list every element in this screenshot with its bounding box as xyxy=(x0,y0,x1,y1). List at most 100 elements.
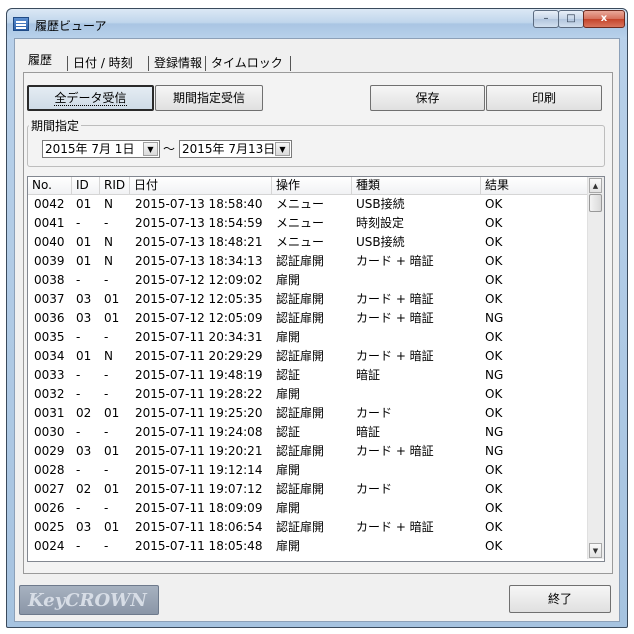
cell-no: 0035 xyxy=(34,330,65,344)
column-header-date[interactable]: 日付 xyxy=(130,177,272,194)
scroll-down-icon[interactable]: ▼ xyxy=(589,543,602,558)
cell-rid: 01 xyxy=(104,292,120,306)
cell-operation: 認証 xyxy=(276,368,301,382)
cell-date: 2015-07-11 19:20:21 xyxy=(135,444,263,458)
chevron-down-icon[interactable]: ▼ xyxy=(143,142,158,156)
maximize-button[interactable]: □ xyxy=(558,10,584,28)
date-to-picker[interactable]: 2015年 7月13日 ▼ xyxy=(179,140,292,158)
table-row[interactable]: 0031 02 01 2015-07-11 19:25:20 認証扉開 カード OK xyxy=(28,404,594,423)
table-row[interactable]: 0037 03 01 2015-07-12 12:05:35 認証扉開 カード + 暗証 O… xyxy=(28,290,594,309)
cell-id: 03 xyxy=(76,292,92,306)
column-header-no[interactable]: No. xyxy=(28,177,72,194)
table-row[interactable]: 0042 01 N 2015-07-13 18:58:40 メニュー USB接続 OK xyxy=(28,195,594,214)
table-row[interactable]: 0024- -2015-07-11 18:05:48 扉開 OK xyxy=(28,537,594,556)
tab-time-lock[interactable]: タイムロック xyxy=(208,55,286,72)
cell-operation: メニュー xyxy=(276,197,325,211)
cell-rid: - xyxy=(104,216,109,230)
tab-registration[interactable]: 登録情報 xyxy=(151,55,205,72)
cell-date: 2015-07-11 20:34:31 xyxy=(135,330,263,344)
column-header-type[interactable]: 種類 xyxy=(352,177,481,194)
cell-id: 01 xyxy=(76,197,92,211)
cell-id: - xyxy=(76,463,81,477)
cell-operation: 認証扉開 xyxy=(276,520,325,534)
client-area: 履歴 日付 / 時刻 登録情報 タイムロック 全データ受信 期間指定受信 保存 … xyxy=(14,38,620,622)
window-title: 履歴ビューア xyxy=(35,19,107,33)
cell-type: 時刻設定 xyxy=(356,216,405,230)
date-from-picker[interactable]: 2015年 7月 1日 ▼ xyxy=(42,140,160,158)
tab-history[interactable]: 履歴 xyxy=(25,52,55,69)
table-row[interactable]: 0034 01 N 2015-07-11 20:29:29 認証扉開 カード + 暗証 OK xyxy=(28,347,594,366)
cell-date: 2015-07-11 18:06:54 xyxy=(135,520,263,534)
cell-id: - xyxy=(76,387,81,401)
table-row[interactable]: 0033- -2015-07-11 19:48:19 認証 暗証 NG xyxy=(28,366,594,385)
cell-operation: 認証扉開 xyxy=(276,254,325,268)
cell-rid: - xyxy=(104,387,109,401)
cell-operation: 扉開 xyxy=(276,501,301,515)
cell-operation: 扉開 xyxy=(276,273,301,287)
print-button[interactable]: 印刷 xyxy=(486,85,602,111)
cell-no: 0024 xyxy=(34,539,65,553)
cell-rid: N xyxy=(104,349,113,363)
cell-operation: 認証 xyxy=(276,425,301,439)
table-row[interactable]: 0030- -2015-07-11 19:24:08 認証 暗証 NG xyxy=(28,423,594,442)
cell-type: カード + 暗証 xyxy=(356,254,434,268)
cell-id: 03 xyxy=(76,520,92,534)
cell-result: OK xyxy=(485,463,503,477)
exit-button[interactable]: 終了 xyxy=(509,585,611,613)
history-list[interactable]: No. ID RID 日付 操作 種類 結果 0042 01 N 2015-07-13… xyxy=(27,176,605,562)
cell-operation: 認証扉開 xyxy=(276,444,325,458)
cell-type: カード + 暗証 xyxy=(356,292,434,306)
cell-type: カード + 暗証 xyxy=(356,349,434,363)
cell-no: 0033 xyxy=(34,368,65,382)
scroll-thumb[interactable] xyxy=(589,194,602,212)
cell-date: 2015-07-11 19:24:08 xyxy=(135,425,263,439)
cell-no: 0028 xyxy=(34,463,65,477)
tab-separator xyxy=(205,56,206,71)
receive-all-button[interactable]: 全データ受信 xyxy=(27,85,154,111)
chevron-down-icon[interactable]: ▼ xyxy=(275,142,290,156)
cell-no: 0034 xyxy=(34,349,65,363)
cell-date: 2015-07-11 19:07:12 xyxy=(135,482,263,496)
close-window-button[interactable]: x xyxy=(583,10,625,28)
table-row[interactable]: 0029 03 01 2015-07-11 19:20:21 認証扉開 カード + 暗証 N… xyxy=(28,442,594,461)
tab-separator xyxy=(67,56,68,71)
cell-result: OK xyxy=(485,539,503,553)
title-bar[interactable]: 履歴ビューア – □ x xyxy=(7,9,627,39)
tab-date-time[interactable]: 日付 / 時刻 xyxy=(70,55,136,72)
cell-operation: メニュー xyxy=(276,216,325,230)
cell-result: OK xyxy=(485,349,503,363)
receive-period-button[interactable]: 期間指定受信 xyxy=(155,85,263,111)
cell-no: 0036 xyxy=(34,311,65,325)
table-row[interactable]: 0025 03 01 2015-07-11 18:06:54 認証扉開 カード + 暗証 O… xyxy=(28,518,594,537)
scroll-up-icon[interactable]: ▲ xyxy=(589,178,602,193)
cell-no: 0032 xyxy=(34,387,65,401)
table-row[interactable]: 0036 03 01 2015-07-12 12:05:09 認証扉開 カード + 暗証 N… xyxy=(28,309,594,328)
column-header-rid[interactable]: RID xyxy=(100,177,130,194)
table-row[interactable]: 0040 01 N 2015-07-13 18:48:21 メニュー USB接続 OK xyxy=(28,233,594,252)
cell-date: 2015-07-13 18:54:59 xyxy=(135,216,263,230)
app-window: 履歴ビューア – □ x 履歴 日付 / 時刻 登録情報 タイムロック 全データ… xyxy=(6,8,628,628)
cell-type: 暗証 xyxy=(356,368,381,382)
table-row[interactable]: 0032- -2015-07-11 19:28:22 扉開 OK xyxy=(28,385,594,404)
table-row[interactable]: 0038- -2015-07-12 12:09:02 扉開 OK xyxy=(28,271,594,290)
table-row[interactable]: 0028- -2015-07-11 19:12:14 扉開 OK xyxy=(28,461,594,480)
minimize-button[interactable]: – xyxy=(533,10,559,28)
cell-no: 0030 xyxy=(34,425,65,439)
column-header-result[interactable]: 結果 xyxy=(481,177,589,194)
cell-operation: 認証扉開 xyxy=(276,406,325,420)
cell-rid: N xyxy=(104,235,113,249)
column-header-operation[interactable]: 操作 xyxy=(272,177,352,194)
save-button[interactable]: 保存 xyxy=(370,85,485,111)
table-row[interactable]: 0035- -2015-07-11 20:34:31 扉開 OK xyxy=(28,328,594,347)
column-header-id[interactable]: ID xyxy=(72,177,100,194)
table-row[interactable]: 0027 02 01 2015-07-11 19:07:12 認証扉開 カード OK xyxy=(28,480,594,499)
cell-result: NG xyxy=(485,311,504,325)
table-row[interactable]: 0041- -2015-07-13 18:54:59 メニュー 時刻設定 OK xyxy=(28,214,594,233)
cell-type: USB接続 xyxy=(356,235,405,249)
cell-result: NG xyxy=(485,368,504,382)
vertical-scrollbar[interactable]: ▲ ▼ xyxy=(587,177,604,559)
table-row[interactable]: 0026- -2015-07-11 18:09:09 扉開 OK xyxy=(28,499,594,518)
cell-no: 0026 xyxy=(34,501,65,515)
table-row[interactable]: 0039 01 N 2015-07-13 18:34:13 認証扉開 カード + 暗証 OK xyxy=(28,252,594,271)
cell-rid: - xyxy=(104,330,109,344)
